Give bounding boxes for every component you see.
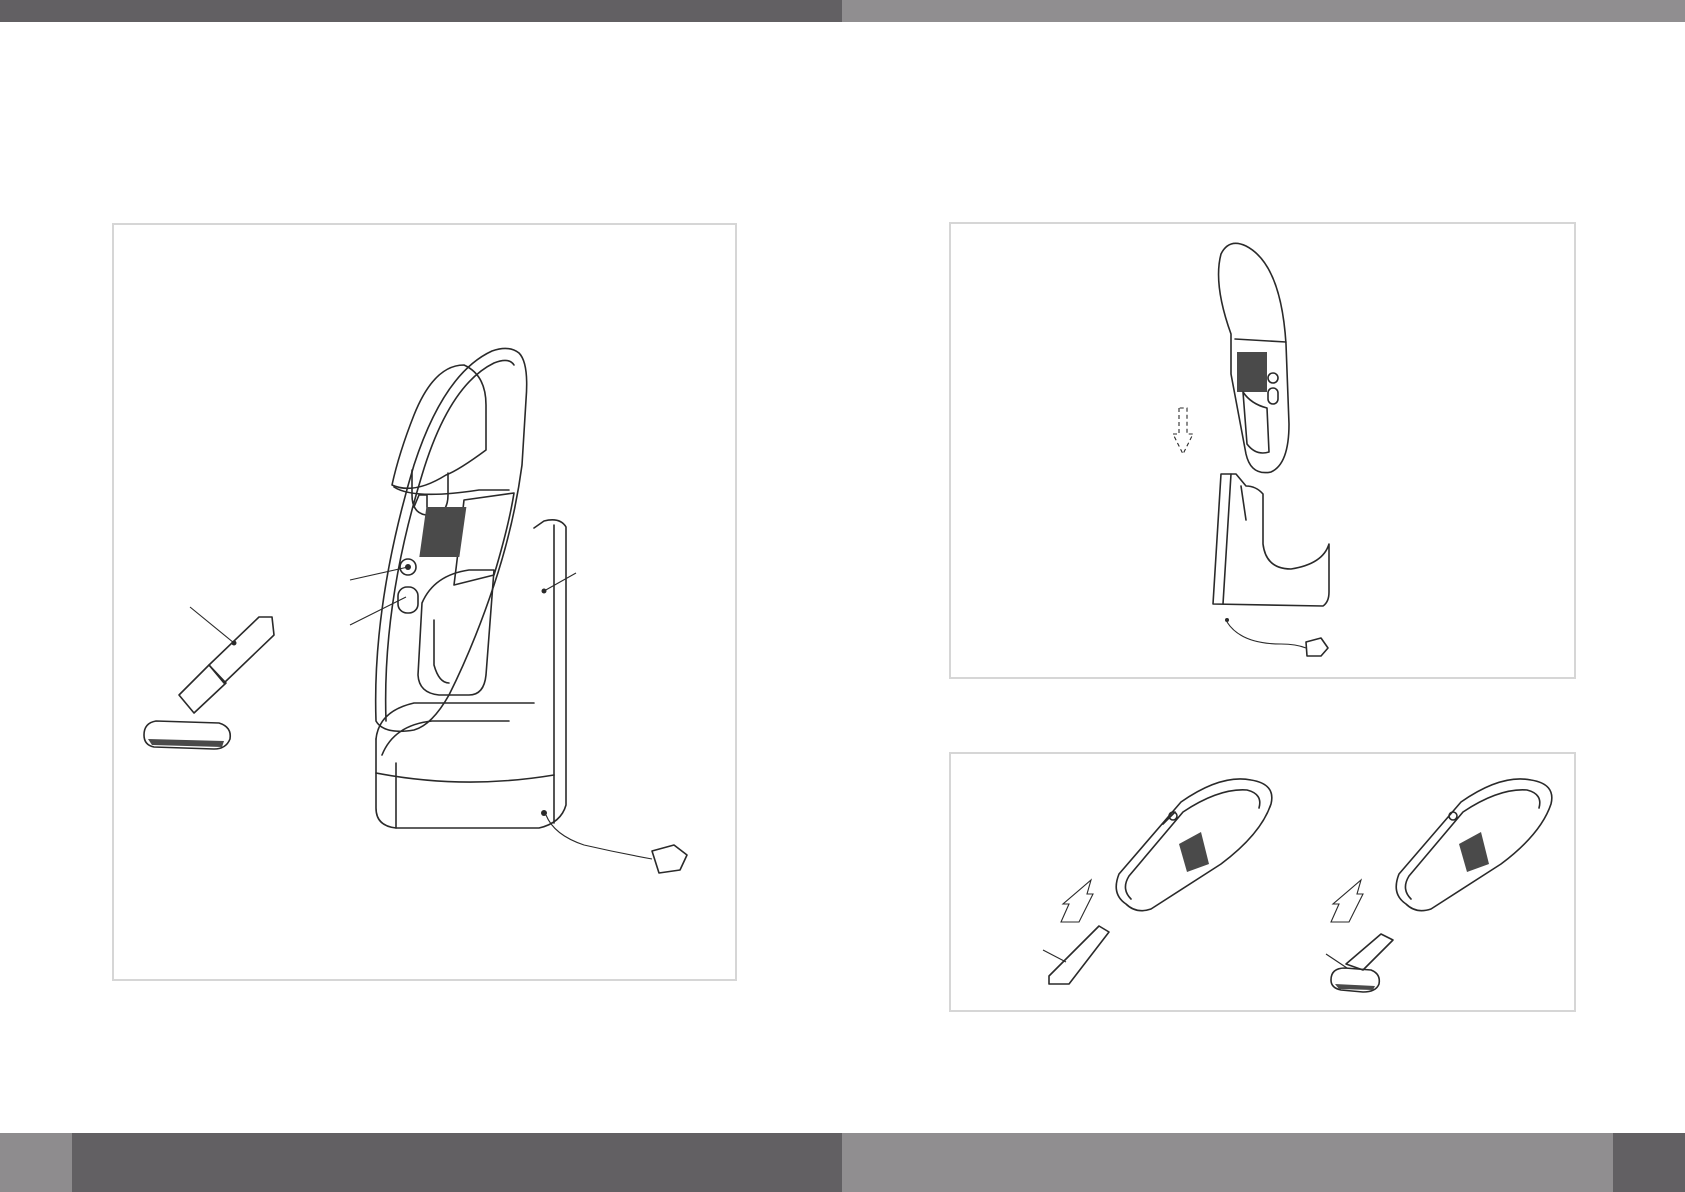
docking-base-drawing <box>1212 473 1330 657</box>
fitting-brush-tool-drawing <box>1325 778 1553 993</box>
attachment-illustration <box>1042 778 1553 993</box>
header-bar-right <box>842 0 1685 22</box>
footer-page-tab-right <box>1613 1133 1685 1192</box>
up-right-arrow-icon <box>1330 878 1364 923</box>
charging-base-drawing <box>375 519 688 874</box>
footer-page-tab-left <box>0 1133 72 1192</box>
brush-tool-callout <box>1325 953 1348 969</box>
on-off-switch-callout <box>349 566 409 581</box>
docking-instruction-panel <box>949 222 1576 679</box>
brush-attachment-callout <box>189 606 235 644</box>
attachment-instruction-panel <box>949 752 1576 1012</box>
docking-illustration <box>1172 242 1330 657</box>
footer-bar-left <box>0 1133 842 1192</box>
down-arrow-icon <box>1172 407 1194 456</box>
footer-bar-right <box>842 1133 1685 1192</box>
vacuum-on-base-illustration <box>143 347 688 874</box>
crevice-tool-callout <box>1042 949 1067 963</box>
brush-attachment-drawing <box>143 606 275 750</box>
up-right-arrow-icon <box>1060 878 1094 923</box>
release-button-callout <box>349 596 407 626</box>
handheld-vacuum-drawing <box>374 347 528 733</box>
header-bar-left <box>0 0 842 22</box>
fitting-crevice-tool-drawing <box>1042 778 1273 985</box>
product-overview-panel <box>112 223 737 981</box>
charging-base-callout <box>543 572 577 592</box>
vacuum-being-docked-drawing <box>1217 242 1290 474</box>
